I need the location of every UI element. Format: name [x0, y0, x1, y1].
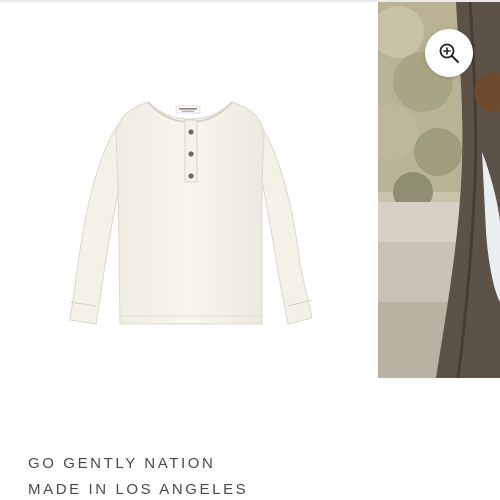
- zoom-button[interactable]: [425, 29, 473, 77]
- zoom-in-icon: [439, 43, 459, 63]
- product-image-slide[interactable]: [0, 2, 378, 378]
- henley-shirt-image: [69, 101, 313, 325]
- brand-origin: MADE IN LOS ANGELES: [28, 481, 249, 498]
- brand-tagline: GO GENTLY NATION: [28, 455, 216, 472]
- product-page: GO GENTLY NATION MADE IN LOS ANGELES: [0, 0, 500, 500]
- product-image-gallery[interactable]: [0, 0, 500, 378]
